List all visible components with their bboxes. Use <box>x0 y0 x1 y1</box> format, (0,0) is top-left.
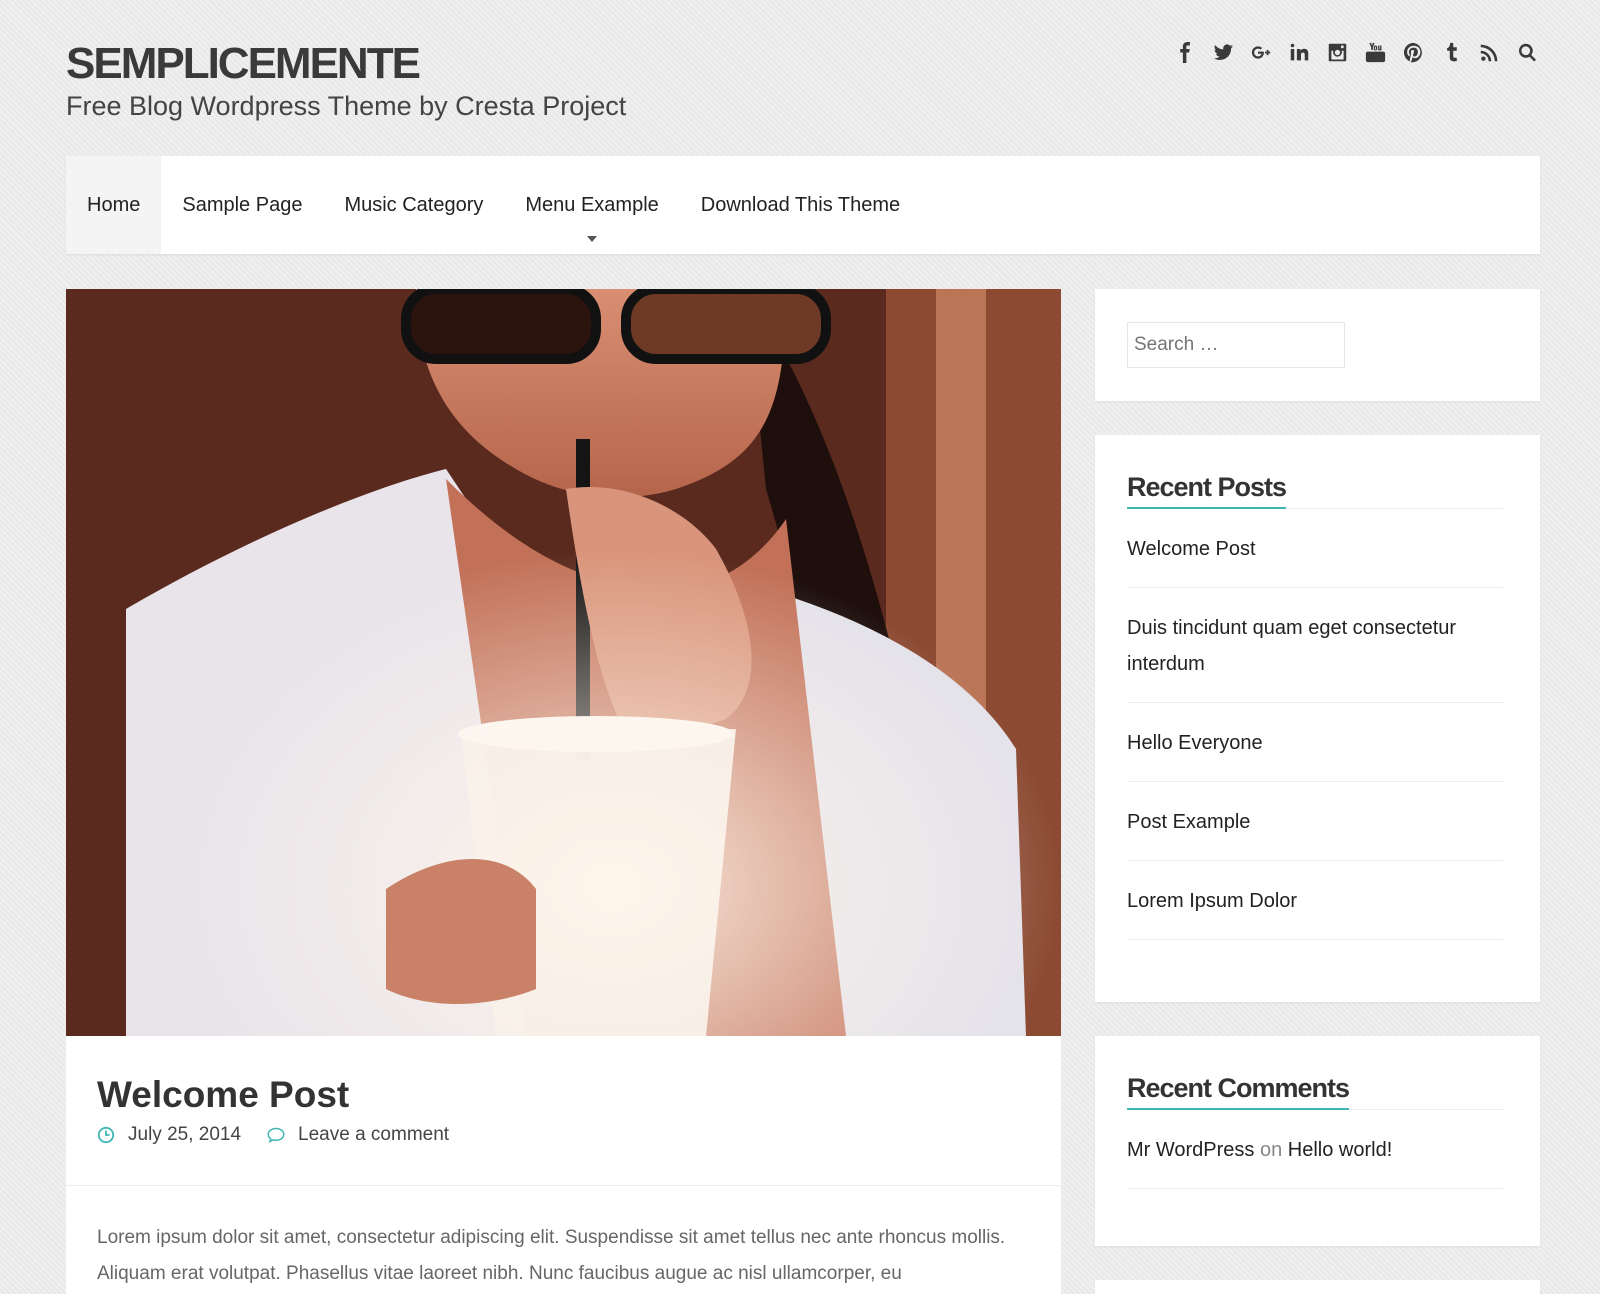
site-description: Free Blog Wordpress Theme by Cresta Proj… <box>66 91 627 121</box>
search-input[interactable] <box>1127 322 1345 368</box>
leave-comment-link[interactable]: Leave a comment <box>298 1124 449 1146</box>
next-widget <box>1095 1280 1540 1294</box>
post-excerpt: Lorem ipsum dolor sit amet, consectetur … <box>97 1227 1006 1284</box>
nav-item-home[interactable]: Home <box>66 156 162 254</box>
featured-image[interactable] <box>66 289 1061 1036</box>
list-item: Mr WordPress on Hello world! <box>1127 1110 1503 1189</box>
recent-posts-widget: Recent Posts Welcome Post Duis tincidunt… <box>1095 435 1540 1002</box>
main-content: Welcome Post July 25, 2014 Leave a comme… <box>66 289 1061 1294</box>
list-item[interactable]: Duis tincidunt quam eget consectetur int… <box>1127 588 1503 703</box>
nav-item-label: Sample Page <box>182 193 303 216</box>
main-navigation: Home Sample Page Music Category Menu Exa… <box>66 156 1540 254</box>
recent-comments-list: Mr WordPress on Hello world! <box>1127 1110 1503 1189</box>
google-plus-icon[interactable] <box>1249 40 1274 65</box>
search-widget <box>1095 289 1540 401</box>
recent-comments-widget: Recent Comments Mr WordPress on Hello wo… <box>1095 1036 1540 1246</box>
nav-item-label: Music Category <box>344 193 484 216</box>
post-header: Welcome Post July 25, 2014 Leave a comme… <box>66 1036 1061 1186</box>
nav-item-label: Download This Theme <box>700 193 901 216</box>
youtube-icon[interactable] <box>1363 40 1388 65</box>
post-date[interactable]: July 25, 2014 <box>128 1124 241 1146</box>
pinterest-icon[interactable] <box>1401 40 1426 65</box>
list-item[interactable]: Hello Everyone <box>1127 703 1503 782</box>
dropdown-caret-icon <box>587 236 598 242</box>
nav-item-menu-example[interactable]: Menu Example <box>504 156 679 254</box>
clock-icon <box>97 1126 115 1144</box>
rss-icon[interactable] <box>1477 40 1502 65</box>
linkedin-icon[interactable] <box>1287 40 1312 65</box>
featured-image-illustration <box>66 289 1061 1036</box>
widget-title-text: Recent Posts <box>1127 471 1287 509</box>
search-icon[interactable] <box>1515 40 1540 65</box>
site-header: SEMPLICEMENTE Free Blog Wordpress Theme … <box>66 34 1540 124</box>
twitter-icon[interactable] <box>1211 40 1236 65</box>
nav-item-music-category[interactable]: Music Category <box>323 156 504 254</box>
tumblr-icon[interactable] <box>1439 40 1464 65</box>
comment-author-link[interactable]: Mr WordPress <box>1127 1139 1254 1161</box>
list-item[interactable]: Post Example <box>1127 782 1503 861</box>
widget-title: Recent Posts <box>1127 471 1503 509</box>
list-item[interactable]: Welcome Post <box>1127 509 1503 588</box>
widget-title-text: Recent Comments <box>1127 1072 1350 1110</box>
post-title[interactable]: Welcome Post <box>97 1072 1030 1118</box>
nav-item-download-theme[interactable]: Download This Theme <box>680 156 921 254</box>
site-title[interactable]: SEMPLICEMENTE <box>66 38 421 90</box>
post-meta: July 25, 2014 Leave a comment <box>97 1124 1030 1146</box>
instagram-icon[interactable] <box>1325 40 1350 65</box>
nav-item-label: Home <box>87 193 141 216</box>
recent-posts-list: Welcome Post Duis tincidunt quam eget co… <box>1127 509 1503 940</box>
comment-on-text: on <box>1259 1139 1283 1161</box>
nav-item-sample-page[interactable]: Sample Page <box>161 156 323 254</box>
comment-icon <box>267 1127 285 1144</box>
nav-item-label: Menu Example <box>525 193 659 216</box>
social-icons <box>1173 40 1540 65</box>
facebook-icon[interactable] <box>1173 40 1198 65</box>
list-item[interactable]: Lorem Ipsum Dolor <box>1127 861 1503 940</box>
comment-post-link[interactable]: Hello world! <box>1288 1139 1392 1161</box>
widget-title: Recent Comments <box>1127 1072 1503 1110</box>
